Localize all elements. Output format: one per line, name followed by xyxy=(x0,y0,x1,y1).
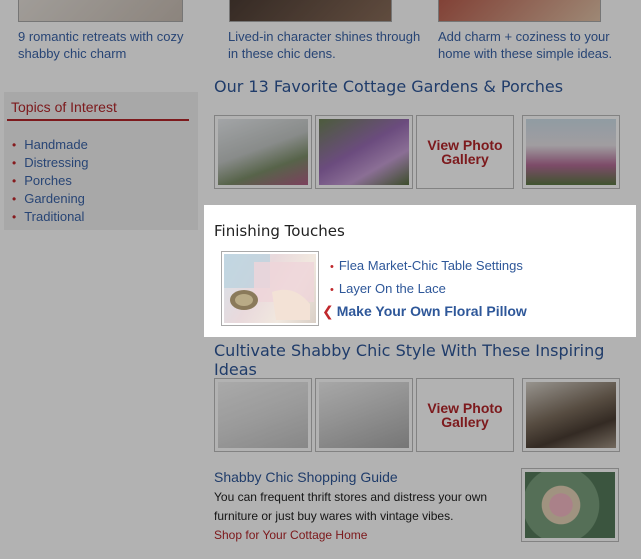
promo-link-2[interactable]: Lived-in character shines through in the… xyxy=(228,28,422,62)
finishing-touches-panel: Finishing Touches • Flea Market-Chic Tabl… xyxy=(206,207,634,335)
floral-pillow-thumbnail[interactable] xyxy=(221,251,319,326)
promo-thumbnail-3[interactable] xyxy=(438,0,601,22)
bullet-icon: • xyxy=(12,138,17,152)
sidebar-item-traditional[interactable]: • Traditional xyxy=(12,208,89,226)
topics-list: • Handmade • Distressing • Porches • Gardeni… xyxy=(12,136,89,226)
list-item[interactable]: • Flea Market-Chic Table Settings xyxy=(330,255,527,278)
sidebar-item-label[interactable]: Porches xyxy=(24,173,72,188)
gallery-label-line1: View Photo xyxy=(427,137,503,153)
sidebar-item-label[interactable]: Traditional xyxy=(24,209,84,224)
sidebar-item-label[interactable]: Handmade xyxy=(24,137,88,152)
sidebar-item-handmade[interactable]: • Handmade xyxy=(12,136,89,154)
shopping-guide-description: You can frequent thrift stores and distr… xyxy=(214,490,488,523)
floral-pillow-link[interactable]: Make Your Own Floral Pillow xyxy=(337,303,527,319)
shop-cottage-home-link[interactable]: Shop for Your Cottage Home xyxy=(214,526,514,544)
shopping-guide-title[interactable]: Shabby Chic Shopping Guide xyxy=(214,468,514,486)
sidebar-item-gardening[interactable]: • Gardening xyxy=(12,190,89,208)
shopping-guide: Shabby Chic Shopping Guide You can frequ… xyxy=(214,468,514,544)
flea-market-link[interactable]: Flea Market-Chic Table Settings xyxy=(339,258,523,273)
sidebar-item-distressing[interactable]: • Distressing xyxy=(12,154,89,172)
layer-lace-link[interactable]: Layer On the Lace xyxy=(339,281,446,296)
finishing-touches-list: • Flea Market-Chic Table Settings • Layer … xyxy=(322,255,527,322)
gallery-label-line1: View Photo xyxy=(427,400,503,416)
topics-sidebar: Topics of Interest • Handmade • Distressin… xyxy=(4,92,198,230)
page: 9 romantic retreats with cozy shabby chi… xyxy=(0,0,641,559)
cultivate-view-gallery-button[interactable]: View Photo Gallery xyxy=(416,378,514,452)
bullet-icon: • xyxy=(330,284,334,296)
sidebar-heading: Topics of Interest xyxy=(11,99,117,115)
cultivate-photo-2[interactable] xyxy=(315,378,413,452)
bullet-icon: • xyxy=(12,156,17,170)
bullet-icon: • xyxy=(12,192,17,206)
cottage-photo-3[interactable] xyxy=(522,115,620,189)
sidebar-divider xyxy=(7,119,189,121)
sidebar-item-label[interactable]: Distressing xyxy=(24,155,88,170)
list-item[interactable]: • Layer On the Lace xyxy=(330,278,527,301)
gallery-label-line2: Gallery xyxy=(441,414,489,430)
promo-thumbnail-1[interactable] xyxy=(18,0,183,22)
finishing-touches-title: Finishing Touches xyxy=(214,222,345,240)
chevron-left-icon: ❮ xyxy=(322,303,334,319)
bullet-icon: • xyxy=(12,210,17,224)
shopping-guide-thumbnail[interactable] xyxy=(521,468,619,542)
cottage-section-title[interactable]: Our 13 Favorite Cottage Gardens & Porche… xyxy=(214,77,563,96)
bullet-icon: • xyxy=(330,261,334,273)
cultivate-photo-1[interactable] xyxy=(214,378,312,452)
sidebar-item-label[interactable]: Gardening xyxy=(24,191,85,206)
promo-thumbnail-2[interactable] xyxy=(229,0,392,22)
gallery-label-line2: Gallery xyxy=(441,151,489,167)
sidebar-item-porches[interactable]: • Porches xyxy=(12,172,89,190)
cultivate-section-title[interactable]: Cultivate Shabby Chic Style With These I… xyxy=(214,341,641,379)
list-item[interactable]: ❮ Make Your Own Floral Pillow xyxy=(322,301,527,322)
cottage-view-gallery-button[interactable]: View Photo Gallery xyxy=(416,115,514,189)
bullet-icon: • xyxy=(12,174,17,188)
promo-link-1[interactable]: 9 romantic retreats with cozy shabby chi… xyxy=(18,28,196,62)
cottage-photo-1[interactable] xyxy=(214,115,312,189)
promo-link-3[interactable]: Add charm + coziness to your home with t… xyxy=(438,28,618,62)
cultivate-photo-3[interactable] xyxy=(522,378,620,452)
cottage-photo-2[interactable] xyxy=(315,115,413,189)
